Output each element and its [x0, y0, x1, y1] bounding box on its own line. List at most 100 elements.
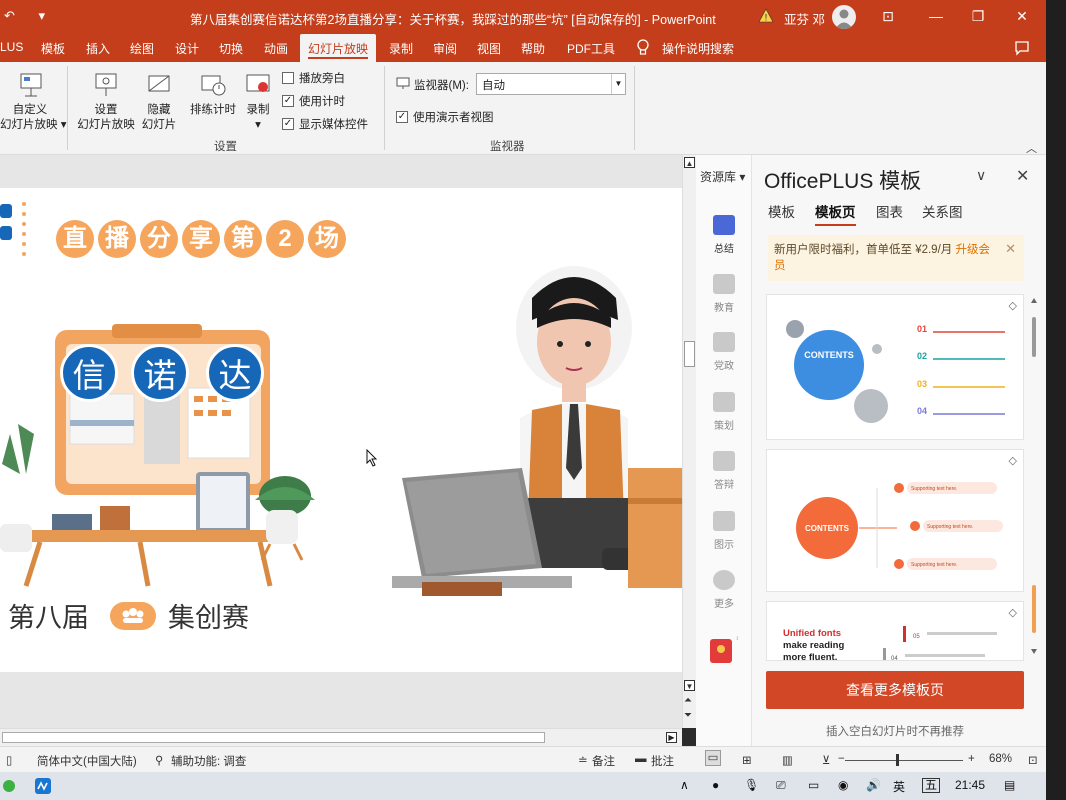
- category-defense[interactable]: 答辩: [696, 451, 752, 491]
- scroll-thumb[interactable]: [2, 732, 545, 743]
- title-bar: ↶ ▾ 第八届集创赛信诺达杯第2场直播分享：关于杯赛，我踩过的那些“坑” [自动…: [0, 0, 1046, 34]
- tab-pdf-tools[interactable]: PDF工具: [567, 40, 615, 57]
- ribbon-display-options-button[interactable]: ⊡: [878, 6, 898, 26]
- notification-icon[interactable]: ▤: [1004, 778, 1015, 792]
- panel-scrollbar[interactable]: [1030, 297, 1038, 657]
- category-planning[interactable]: 策划: [696, 392, 752, 432]
- comment-icon[interactable]: [1014, 40, 1030, 56]
- tab-design[interactable]: 设计: [175, 40, 199, 57]
- spellcheck-icon[interactable]: ▯: [6, 753, 12, 767]
- tell-me-search[interactable]: 操作说明搜索: [662, 40, 734, 57]
- zoom-out-icon[interactable]: −: [838, 753, 845, 765]
- tab-record[interactable]: 录制: [389, 40, 413, 57]
- slide-canvas[interactable]: 直 播 分 享 第 2 场 信 诺 达 第八届 集创赛: [0, 188, 682, 672]
- restore-button[interactable]: ❐: [968, 6, 988, 26]
- chevron-down-icon[interactable]: ∨: [976, 167, 986, 184]
- setup-slideshow-button[interactable]: 设置 幻灯片放映: [74, 70, 138, 133]
- app-icon[interactable]: [2, 777, 16, 795]
- tab-slideshow[interactable]: 幻灯片放映: [300, 34, 377, 62]
- tab-insert[interactable]: 插入: [86, 40, 110, 57]
- zoom-in-icon[interactable]: +: [968, 753, 975, 765]
- category-education[interactable]: 教育: [696, 274, 752, 314]
- rehearse-timings-button[interactable]: 排练计时: [186, 70, 240, 118]
- fit-slide-icon[interactable]: ⊡: [1028, 753, 1038, 767]
- collapse-ribbon-icon[interactable]: ︿: [1026, 140, 1037, 156]
- zoom-level[interactable]: 68%: [989, 753, 1012, 765]
- slide-sorter-icon[interactable]: ⊞: [742, 753, 752, 767]
- template-card[interactable]: ◇ Unified fonts make reading more fluent…: [766, 601, 1024, 661]
- scroll-up-icon[interactable]: ▲: [684, 157, 695, 168]
- tab-officeplus[interactable]: LUS: [0, 40, 23, 54]
- warning-icon[interactable]: !: [758, 8, 774, 23]
- custom-slideshow-button[interactable]: 自定义 幻灯片放映 ▾: [0, 70, 66, 133]
- category-more[interactable]: 更多: [696, 570, 752, 610]
- scroll-thumb[interactable]: [684, 341, 695, 367]
- avatar[interactable]: [832, 5, 856, 29]
- tab-animations[interactable]: 动画: [264, 40, 288, 57]
- tray-app-icon[interactable]: ●: [712, 778, 719, 792]
- view-more-templates-button[interactable]: 查看更多模板页: [766, 671, 1024, 709]
- close-icon[interactable]: ✕: [1005, 241, 1016, 257]
- panel-tab-templates[interactable]: 模板: [768, 201, 795, 221]
- language-status[interactable]: 简体中文(中国大陆): [37, 753, 137, 769]
- show-hidden-icons-icon[interactable]: ∧: [680, 778, 689, 792]
- zoom-thumb[interactable]: [896, 754, 899, 766]
- template-card[interactable]: ◇ CONTENTS 01 02 03 04: [766, 294, 1024, 440]
- slideshow-view-icon[interactable]: ⊻: [822, 753, 830, 767]
- tab-help[interactable]: 帮助: [521, 40, 545, 57]
- reading-view-icon[interactable]: ▥: [782, 753, 793, 767]
- quick-access-toolbar[interactable]: ↶ ▾: [4, 8, 55, 24]
- close-icon[interactable]: ✕: [1016, 166, 1029, 186]
- app-icon[interactable]: [34, 777, 52, 795]
- category-party[interactable]: 党政: [696, 332, 752, 372]
- play-narrations-checkbox[interactable]: 播放旁白: [282, 70, 345, 86]
- tab-review[interactable]: 审阅: [433, 40, 457, 57]
- volume-icon[interactable]: 🔊: [866, 778, 881, 792]
- presenter-view-checkbox[interactable]: ✓ 使用演示者视图: [396, 109, 494, 125]
- tab-templates[interactable]: 模板: [41, 40, 65, 57]
- no-recommend-link[interactable]: 插入空白幻灯片时不再推荐: [766, 723, 1024, 739]
- microphone-icon[interactable]: 🎙: [744, 778, 759, 792]
- panel-tab-charts[interactable]: 图表: [876, 201, 903, 221]
- zoom-slider[interactable]: [845, 760, 963, 761]
- monitor-select[interactable]: 自动 ▼: [476, 73, 626, 95]
- comments-icon: ▬: [635, 753, 647, 765]
- minimize-button[interactable]: —: [926, 6, 946, 26]
- vertical-scrollbar[interactable]: ▲ ▼ ⏶ ⏷: [682, 155, 696, 728]
- ime-language[interactable]: 英: [893, 778, 905, 795]
- notes-button[interactable]: 备注: [592, 753, 615, 769]
- panel-tab-relations[interactable]: 关系图: [922, 201, 963, 221]
- category-label: 教育: [714, 303, 734, 314]
- comments-button[interactable]: 批注: [651, 753, 674, 769]
- panel-title: OfficePLUS 模板: [764, 170, 922, 193]
- clock[interactable]: 21:45: [955, 778, 985, 792]
- close-button[interactable]: ✕: [1012, 6, 1032, 26]
- resource-library-dropdown[interactable]: 资源库 ▾: [700, 168, 745, 185]
- scroll-right-icon[interactable]: ▶: [666, 732, 677, 743]
- user-name[interactable]: 亚芬 邓: [784, 9, 825, 28]
- tab-transitions[interactable]: 切换: [219, 40, 243, 57]
- use-timings-checkbox[interactable]: ✓ 使用计时: [282, 93, 345, 109]
- red-packet-icon[interactable]: ×: [708, 633, 738, 665]
- horizontal-scrollbar[interactable]: ▶: [0, 728, 682, 746]
- tab-draw[interactable]: 绘图: [130, 40, 154, 57]
- scroll-down-icon[interactable]: ▼: [684, 680, 695, 691]
- hide-slide-button[interactable]: 隐藏 幻灯片: [138, 70, 180, 133]
- tray-app-icon[interactable]: ◉: [838, 778, 848, 792]
- panel-tab-template-pages[interactable]: 模板页: [815, 201, 856, 226]
- accessibility-status[interactable]: 辅助功能: 调查: [171, 753, 246, 769]
- card2-items: Supporting text here. Supporting text he…: [911, 486, 973, 568]
- category-diagram[interactable]: 图示: [696, 511, 752, 551]
- tray-screen-icon[interactable]: ⎚: [776, 778, 786, 793]
- record-button[interactable]: 录制 ▾: [240, 70, 276, 133]
- normal-view-icon[interactable]: ▭: [705, 750, 721, 766]
- battery-icon[interactable]: ▭: [808, 778, 819, 792]
- category-summary[interactable]: 总结: [696, 215, 752, 255]
- template-card[interactable]: ◇ CONTENTS Supporting text here. Support…: [766, 449, 1024, 592]
- footer-text-left: 第八届: [8, 603, 89, 633]
- next-slide-icon[interactable]: ⏷: [684, 710, 692, 721]
- ime-mode[interactable]: 五: [922, 778, 941, 793]
- show-media-controls-checkbox[interactable]: ✓ 显示媒体控件: [282, 116, 368, 132]
- prev-slide-icon[interactable]: ⏶: [684, 695, 692, 706]
- tab-view[interactable]: 视图: [477, 40, 501, 57]
